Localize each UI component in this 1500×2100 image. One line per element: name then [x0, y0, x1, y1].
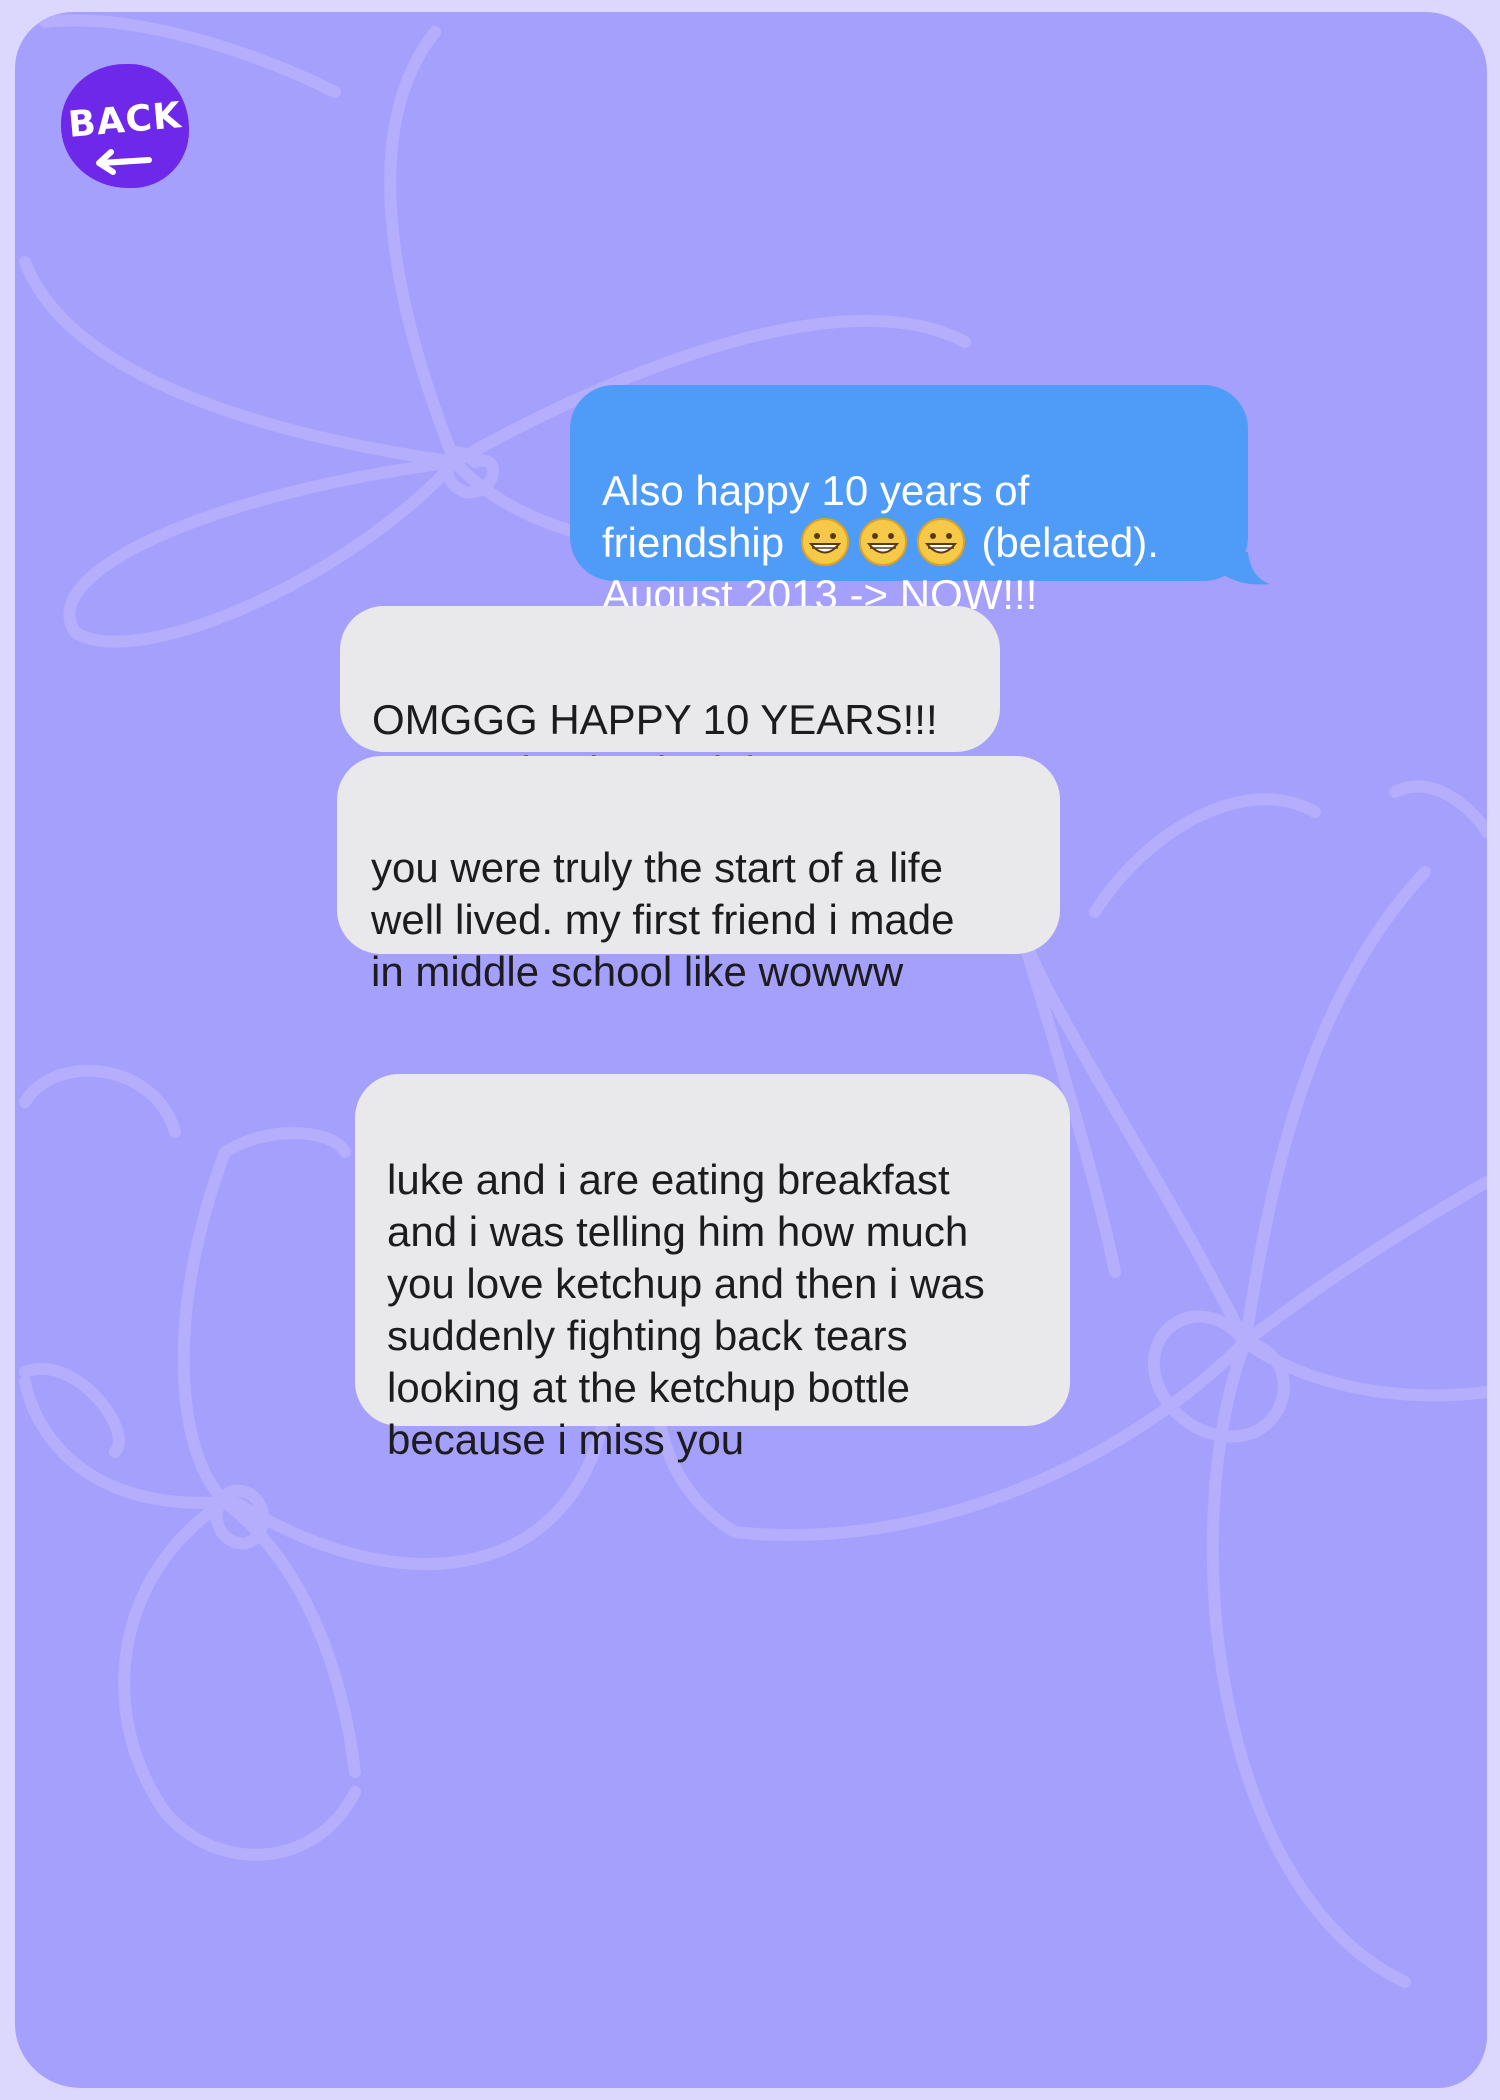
message-text: you were truly the start of a life well … [371, 844, 955, 995]
grinning-face-icon [800, 518, 849, 566]
message-bubble-sent[interactable]: Also happy 10 years of friendship (belat… [570, 385, 1248, 618]
back-button[interactable]: BACK [61, 64, 189, 188]
message-bubble-received[interactable]: luke and i are eating breakfast and i wa… [355, 1074, 1070, 1463]
emoji-group [796, 518, 970, 566]
flower-doodle-background [19, 14, 1487, 1988]
message-text: luke and i are eating breakfast and i wa… [387, 1156, 985, 1463]
chat-background: BACK Also happy 10 years of friendship (… [15, 12, 1487, 2088]
back-label: BACK [66, 95, 184, 146]
arrow-left-icon [96, 149, 152, 175]
bubble-tail [1220, 552, 1270, 585]
message-bubble-received[interactable]: you were truly the start of a life well … [337, 756, 1060, 995]
grinning-face-icon [858, 518, 907, 566]
message-bubble-received[interactable]: OMGGG HAPPY 10 YEARS!!! you’re absolutel… [340, 606, 1000, 795]
grinning-face-icon [916, 518, 965, 566]
